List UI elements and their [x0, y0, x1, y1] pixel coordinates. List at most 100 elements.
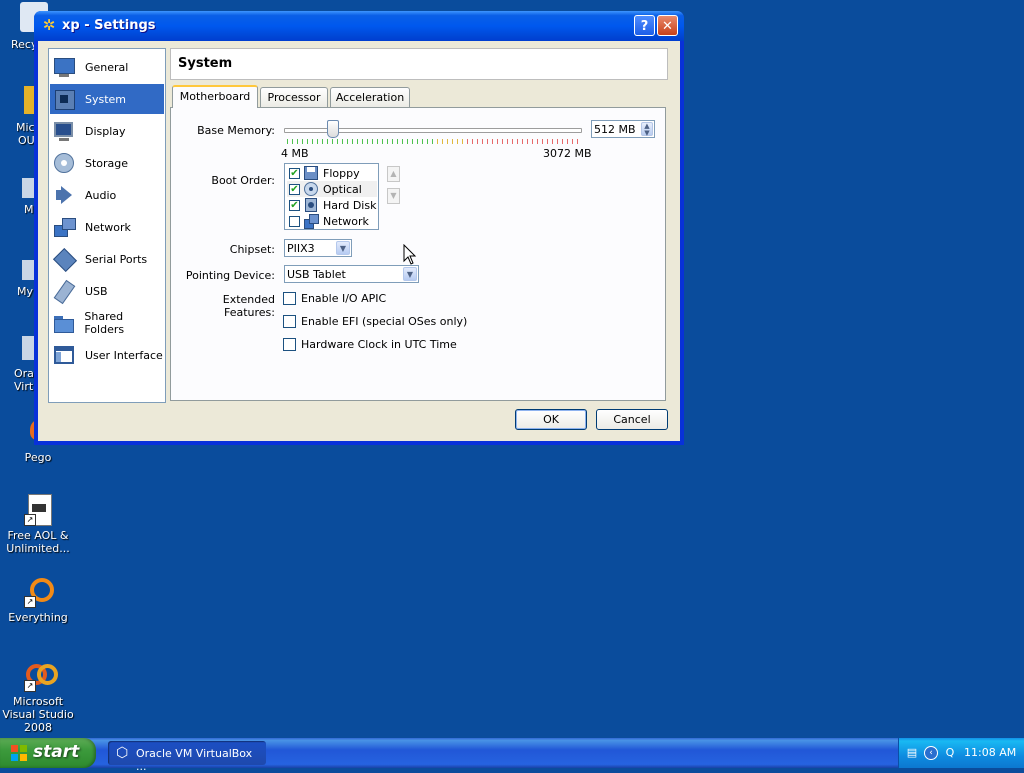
pointing-device-value: USB Tablet	[287, 268, 346, 281]
desktop-partial-label: Mic	[16, 121, 35, 134]
chevron-down-icon[interactable]: ▼	[403, 267, 417, 281]
desktop-icon-label: Free AOL & Unlimited...	[6, 529, 70, 555]
chipset-value: PIIX3	[287, 242, 315, 255]
nav-item-general[interactable]: General	[50, 52, 164, 82]
boot-item-optical[interactable]: ✔ Optical	[287, 181, 377, 197]
title-bar[interactable]: ✲ xp - Settings ? ✕	[34, 11, 684, 41]
desktop-app-icon[interactable]	[24, 86, 34, 114]
desktop-partial-label: Ora	[14, 367, 34, 380]
feature-checkbox[interactable]	[283, 292, 296, 305]
taskbar: start ⬡ Oracle VM VirtualBox ... ▤ ‹ Q 1…	[0, 738, 1024, 773]
taskbar-virtualbox-button[interactable]: ⬡ Oracle VM VirtualBox ...	[108, 741, 266, 773]
disk-icon	[53, 152, 75, 174]
close-button[interactable]: ✕	[657, 15, 678, 36]
motherboard-tab-page: Base Memory: 4 MB 3072 MB 512 MB ▲ ▼ Boot…	[170, 107, 666, 401]
nav-item-serial-ports[interactable]: Serial Ports	[50, 244, 164, 274]
memory-slider-thumb[interactable]	[327, 120, 340, 138]
boot-label: Network	[323, 214, 369, 228]
nav-item-system[interactable]: System	[50, 84, 164, 114]
move-up-button[interactable]: ▲	[387, 166, 400, 182]
mouse-cursor-icon	[403, 244, 417, 265]
start-label: start	[33, 742, 80, 762]
chipset-label: Chipset:	[229, 243, 275, 256]
chipset-combobox[interactable]: PIIX3 ▼	[284, 239, 352, 257]
ok-button[interactable]: OK	[515, 409, 587, 430]
windows-logo-icon	[11, 745, 28, 762]
desktop-icon-label: Everything	[8, 611, 68, 624]
boot-checkbox[interactable]	[289, 215, 300, 227]
dialog-client: General System Display Storage Audio Net…	[38, 41, 680, 441]
desktop-app-icon[interactable]	[22, 260, 34, 280]
spin-up-down-icon[interactable]: ▲ ▼	[641, 122, 653, 137]
feature-io-apic[interactable]: Enable I/O APIC	[283, 292, 386, 305]
desktop-partial-label: My	[17, 285, 34, 298]
boot-item-network[interactable]: Network	[287, 213, 377, 229]
hard-disk-icon	[304, 198, 318, 212]
start-button[interactable]: start	[0, 738, 96, 768]
desktop-app-icon[interactable]	[22, 178, 34, 198]
gear-icon: ✲	[42, 16, 56, 34]
keyboard-icon[interactable]: ▤	[905, 746, 919, 760]
section-title: System	[178, 56, 233, 71]
memory-slider-ticks	[287, 139, 580, 144]
cancel-button[interactable]: Cancel	[596, 409, 668, 430]
desktop-partial-label: OU	[18, 134, 35, 147]
desktop-app-icon[interactable]	[22, 336, 34, 360]
nav-item-audio[interactable]: Audio	[50, 180, 164, 210]
nav-item-storage[interactable]: Storage	[50, 148, 164, 178]
help-button[interactable]: ?	[634, 15, 655, 36]
feature-checkbox[interactable]	[283, 315, 296, 328]
boot-checkbox[interactable]: ✔	[289, 167, 300, 179]
desktop-icon-visual-studio[interactable]: ↗ Microsoft Visual Studio 2008	[0, 660, 76, 734]
tab-acceleration[interactable]: Acceleration	[330, 87, 410, 107]
boot-order-list: ✔ Floppy ✔ Optical ✔ Hard Disk Network	[284, 163, 379, 230]
usb-icon	[53, 279, 76, 305]
move-down-button[interactable]: ▼	[387, 188, 400, 204]
chevron-left-icon[interactable]: ‹	[924, 746, 938, 760]
everything-tray-icon[interactable]: Q	[943, 746, 957, 760]
nav-item-network[interactable]: Network	[50, 212, 164, 242]
feature-checkbox[interactable]	[283, 338, 296, 351]
memory-spinbox[interactable]: 512 MB ▲ ▼	[591, 120, 655, 138]
nav-item-display[interactable]: Display	[50, 116, 164, 146]
feature-efi[interactable]: Enable EFI (special OSes only)	[283, 315, 467, 328]
nav-label: System	[85, 92, 127, 106]
clock: 11:08 AM	[964, 746, 1017, 759]
monitor-icon	[53, 56, 75, 78]
taskbar-button-label: Oracle VM VirtualBox ...	[136, 747, 253, 773]
feature-utc-clock[interactable]: Hardware Clock in UTC Time	[283, 338, 457, 351]
boot-checkbox[interactable]: ✔	[289, 199, 300, 211]
nav-item-usb[interactable]: USB	[50, 276, 164, 306]
boot-item-hard-disk[interactable]: ✔ Hard Disk	[287, 197, 377, 213]
nav-item-user-interface[interactable]: User Interface	[50, 340, 164, 370]
desktop-icon-label: Pego	[24, 451, 52, 464]
nav-label: Serial Ports	[85, 252, 148, 266]
display-icon	[53, 120, 75, 142]
network-icon	[304, 214, 319, 229]
boot-label: Floppy	[323, 166, 360, 180]
desktop-icon-everything[interactable]: ↗ Everything	[0, 576, 76, 624]
desktop-icon-free-aol[interactable]: ↗ Free AOL & Unlimited...	[0, 494, 76, 555]
nav-label: Storage	[85, 156, 129, 170]
nav-label: Shared Folders	[84, 310, 125, 336]
folder-icon	[53, 312, 74, 334]
nav-label: General	[85, 60, 129, 74]
boot-order-label: Boot Order:	[211, 174, 275, 187]
boot-label: Optical	[323, 182, 362, 196]
floppy-icon	[304, 166, 318, 180]
pointing-device-combobox[interactable]: USB Tablet ▼	[284, 265, 419, 283]
system-tray: ▤ ‹ Q 11:08 AM	[898, 738, 1024, 768]
settings-nav-list: General System Display Storage Audio Net…	[48, 48, 166, 403]
boot-label: Hard Disk	[323, 198, 377, 212]
boot-item-floppy[interactable]: ✔ Floppy	[287, 165, 377, 181]
memory-max-label: 3072 MB	[543, 147, 592, 160]
boot-checkbox[interactable]: ✔	[289, 183, 300, 195]
speaker-icon	[53, 184, 75, 206]
tab-motherboard[interactable]: Motherboard	[172, 85, 258, 108]
pointing-device-label: Pointing Device:	[185, 269, 275, 282]
base-memory-label: Base Memory:	[197, 124, 275, 137]
chevron-down-icon[interactable]: ▼	[336, 241, 350, 255]
nav-label: Display	[85, 124, 126, 138]
nav-item-shared-folders[interactable]: Shared Folders	[50, 308, 164, 338]
tab-processor[interactable]: Processor	[260, 87, 328, 107]
